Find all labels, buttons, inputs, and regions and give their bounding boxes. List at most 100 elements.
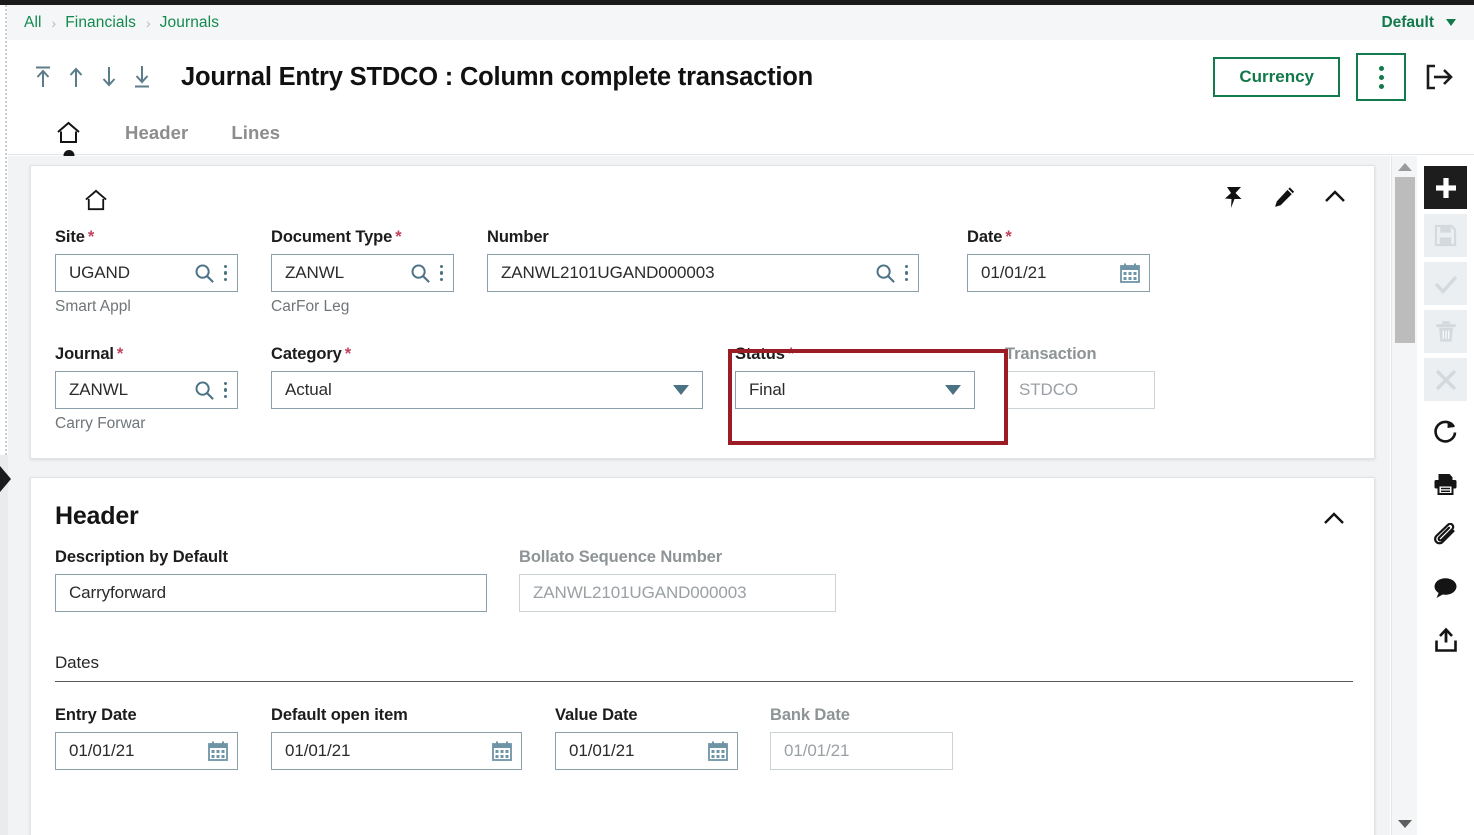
journal-input[interactable]: ZANWL [55,371,238,409]
number-actions-icon[interactable] [903,263,911,284]
last-record-icon[interactable] [131,64,153,90]
share-icon [1434,627,1457,652]
calendar-icon[interactable] [707,740,729,762]
new-button[interactable] [1424,166,1467,209]
save-button [1424,214,1467,257]
exit-icon[interactable] [1422,60,1456,94]
bollato-sequence-input: ZANWL2101UGAND000003 [519,574,836,612]
chevron-down-icon[interactable] [945,385,961,395]
document-type-input[interactable]: ZANWL [271,254,454,292]
default-open-item-value: 01/01/21 [285,741,351,760]
document-type-actions-icon[interactable] [438,263,446,284]
record-navigation [32,64,153,90]
value-date-value: 01/01/21 [569,741,635,760]
dates-row: Entry Date 01/01/21 Default open item 01… [55,706,953,770]
first-record-icon[interactable] [32,64,54,90]
cancel-button [1424,358,1467,401]
entry-date-input[interactable]: 01/01/21 [55,732,238,770]
tab-bar: Header Lines [8,111,1474,161]
chevron-down-icon[interactable] [673,385,689,395]
tab-header[interactable]: Header [125,122,188,144]
field-date: Date * 01/01/21 [967,228,1152,292]
search-icon[interactable] [194,263,215,284]
search-icon[interactable] [875,263,896,284]
dates-section-label: Dates [55,653,99,672]
category-select[interactable]: Actual [271,371,703,409]
field-label: Journal * [55,345,124,363]
pin-icon[interactable] [1221,184,1247,215]
field-label: Bollato Sequence Number [519,548,723,566]
calendar-icon[interactable] [207,740,229,762]
scrollbar-thumb[interactable] [1395,177,1415,343]
breadcrumb-separator: › [145,14,151,31]
site-value: UGAND [69,263,130,282]
profile-selector[interactable]: Default [1381,5,1456,40]
form-row-1: Site* UGAND Smart Appl Document Type* [55,228,1152,316]
category-value: Actual [285,380,332,399]
breadcrumb-item-journals[interactable]: Journals [160,14,219,32]
description-input[interactable]: Carryforward [55,574,487,612]
required-marker: * [87,228,95,246]
collapse-chevron-icon[interactable] [1321,509,1347,534]
title-actions: Currency [1213,40,1462,114]
field-label: Status * [735,345,795,363]
tab-lines[interactable]: Lines [231,122,280,144]
dates-section: Dates [55,653,1353,682]
site-actions-icon[interactable] [222,263,230,284]
collapse-left-panel-handle[interactable] [0,466,11,492]
journal-actions-icon[interactable] [222,380,230,401]
comment-button[interactable] [1424,566,1467,609]
status-select[interactable]: Final [735,371,975,409]
edit-icon[interactable] [1272,185,1297,215]
home-icon [57,121,80,143]
field-label: Transaction [1005,345,1097,363]
scroll-up-button[interactable] [1392,158,1418,176]
site-input[interactable]: UGAND [55,254,238,292]
journal-hint: Carry Forwar [55,415,146,432]
refresh-button[interactable] [1424,410,1467,453]
print-icon [1434,473,1457,495]
save-icon [1434,224,1457,247]
currency-button[interactable]: Currency [1213,56,1340,98]
scroll-down-button[interactable] [1392,815,1418,833]
breadcrumb-item-all[interactable]: All [24,14,42,32]
print-button[interactable] [1424,462,1467,505]
page-title-bar: Journal Entry STDCO : Column complete tr… [8,40,1474,114]
share-button[interactable] [1424,618,1467,661]
calendar-icon[interactable] [1119,262,1141,284]
date-input[interactable]: 01/01/21 [967,254,1150,292]
field-label: Site * [55,228,95,246]
next-record-icon[interactable] [98,64,120,90]
form-row-2: Journal* ZANWL Carry Forwar Category* [55,345,1155,433]
right-action-toolbar [1417,156,1474,835]
breadcrumb-item-financials[interactable]: Financials [65,14,136,32]
field-number: Number ZANWL2101UGAND000003 [487,228,935,292]
tab-home[interactable] [55,120,82,161]
vertical-scrollbar[interactable] [1391,156,1417,835]
previous-record-icon[interactable] [65,64,87,90]
required-marker: * [395,228,402,246]
dot [1378,83,1384,89]
value-date-input[interactable]: 01/01/21 [555,732,738,770]
collapse-chevron-icon[interactable] [1322,187,1348,212]
status-value: Final [749,380,786,399]
triangle-up-icon [1398,163,1412,171]
required-marker: * [787,345,795,363]
field-label: Value Date [555,706,638,724]
search-icon[interactable] [410,263,431,284]
triangle-down-icon [1398,820,1412,828]
header-section-card: Header Description by Default Carryforwa… [30,477,1375,835]
field-label: Description by Default [55,548,228,566]
more-actions-button[interactable] [1356,53,1406,101]
home-icon[interactable] [83,188,109,213]
confirm-button [1424,262,1467,305]
field-site: Site * UGAND Smart Appl [55,228,239,316]
chevron-down-icon[interactable] [1446,19,1456,26]
number-input[interactable]: ZANWL2101UGAND000003 [487,254,919,292]
attachment-button[interactable] [1424,514,1467,557]
entry-date-value: 01/01/21 [69,741,135,760]
calendar-icon[interactable] [491,740,513,762]
default-open-item-input[interactable]: 01/01/21 [271,732,522,770]
form-scroll-area: Site* UGAND Smart Appl Document Type* [8,156,1390,835]
search-icon[interactable] [194,380,215,401]
